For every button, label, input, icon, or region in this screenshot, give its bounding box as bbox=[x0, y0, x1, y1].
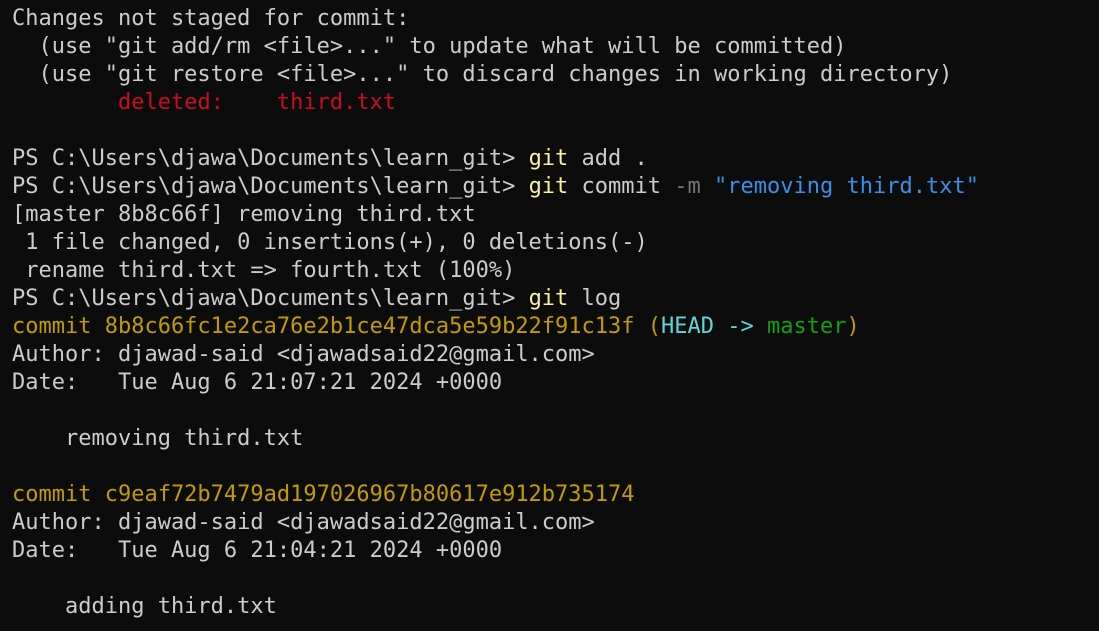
terminal-line: Changes not staged for commit: bbox=[12, 5, 1099, 33]
terminal-text-segment: "removing third.txt" bbox=[714, 174, 979, 199]
terminal-line: Date: Tue Aug 6 21:04:21 2024 +0000 bbox=[12, 537, 1099, 565]
terminal-line: deleted: third.txt bbox=[12, 89, 1099, 117]
terminal-line: Author: djawad-said <djawadsaid22@gmail.… bbox=[12, 341, 1099, 369]
terminal-text-segment: rename third.txt => fourth.txt (100%) bbox=[12, 258, 516, 283]
terminal-text-segment: commit 8b8c66fc1e2ca76e2b1ce47dca5e59b22… bbox=[12, 314, 662, 339]
terminal-text-segment: git bbox=[528, 174, 569, 199]
terminal-line: Author: djawad-said <djawadsaid22@gmail.… bbox=[12, 509, 1099, 537]
terminal-line: removing third.txt bbox=[12, 425, 1099, 453]
terminal-text-segment: HEAD -> bbox=[661, 314, 767, 339]
terminal-text-segment: git bbox=[528, 146, 569, 171]
terminal-text-segment: master bbox=[766, 314, 847, 339]
terminal-text-segment: adding third.txt bbox=[12, 594, 277, 619]
terminal-line: PS C:\Users\djawa\Documents\learn_git> g… bbox=[12, 173, 1099, 201]
terminal-text-segment: Date: Tue Aug 6 21:07:21 2024 +0000 bbox=[12, 370, 503, 395]
terminal-line: (use "git restore <file>..." to discard … bbox=[12, 61, 1099, 89]
terminal-line: rename third.txt => fourth.txt (100%) bbox=[12, 257, 1099, 285]
terminal-text-segment: ) bbox=[846, 314, 860, 339]
terminal-line: commit c9eaf72b7479ad197026967b80617e912… bbox=[12, 481, 1099, 509]
terminal-text-segment: Author: djawad-said <djawadsaid22@gmail.… bbox=[12, 342, 595, 367]
terminal-text-segment: 1 file changed, 0 insertions(+), 0 delet… bbox=[12, 230, 648, 255]
terminal-text-segment: deleted: third.txt bbox=[117, 90, 397, 115]
terminal-text-segment: (use "git add/rm <file>..." to update wh… bbox=[12, 34, 847, 59]
terminal-line: 1 file changed, 0 insertions(+), 0 delet… bbox=[12, 229, 1099, 257]
terminal-text-segment: -m bbox=[674, 174, 701, 199]
terminal-text-segment: Author: djawad-said <djawadsaid22@gmail.… bbox=[12, 510, 595, 535]
terminal-line: (use "git add/rm <file>..." to update wh… bbox=[12, 33, 1099, 61]
terminal-text-segment: log bbox=[568, 286, 622, 311]
terminal-line: PS C:\Users\djawa\Documents\learn_git> g… bbox=[12, 145, 1099, 173]
terminal-line: PS C:\Users\djawa\Documents\learn_git> g… bbox=[12, 285, 1099, 313]
terminal-text-segment: removing third.txt bbox=[12, 426, 304, 451]
terminal-text-segment: Date: Tue Aug 6 21:04:21 2024 +0000 bbox=[12, 538, 503, 563]
terminal-text-segment: commit bbox=[568, 174, 675, 199]
terminal-line: Date: Tue Aug 6 21:07:21 2024 +0000 bbox=[12, 369, 1099, 397]
terminal-line: commit 8b8c66fc1e2ca76e2b1ce47dca5e59b22… bbox=[12, 313, 1099, 341]
terminal-output[interactable]: Changes not staged for commit: (use "git… bbox=[0, 0, 1099, 631]
terminal-text-segment: PS C:\Users\djawa\Documents\learn_git> bbox=[12, 174, 529, 199]
terminal-line: adding third.txt bbox=[12, 593, 1099, 621]
terminal-line: [master 8b8c66f] removing third.txt bbox=[12, 201, 1099, 229]
terminal-text-segment: git bbox=[528, 286, 569, 311]
terminal-text-segment: Changes not staged for commit: bbox=[12, 6, 410, 31]
terminal-text-segment: [master 8b8c66f] removing third.txt bbox=[12, 202, 476, 227]
terminal-text-segment: PS C:\Users\djawa\Documents\learn_git> bbox=[12, 146, 529, 171]
terminal-text-segment: commit c9eaf72b7479ad197026967b80617e912… bbox=[12, 482, 635, 507]
terminal-text-segment: PS C:\Users\djawa\Documents\learn_git> bbox=[12, 286, 529, 311]
terminal-text-segment: add . bbox=[568, 146, 648, 171]
terminal-text-segment: (use "git restore <file>..." to discard … bbox=[12, 62, 953, 87]
